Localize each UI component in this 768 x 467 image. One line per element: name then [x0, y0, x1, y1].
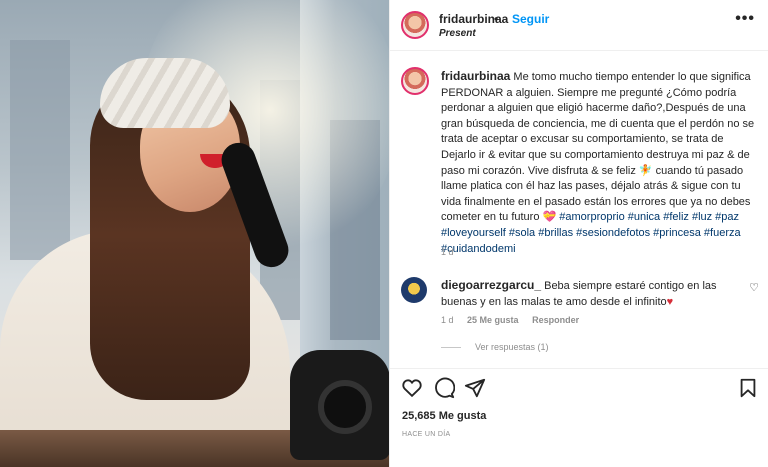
- heart-outline-icon[interactable]: [401, 377, 423, 399]
- location-label[interactable]: Present: [439, 28, 476, 39]
- bookmark-icon[interactable]: [737, 377, 759, 399]
- reply-button[interactable]: Responder: [532, 315, 579, 325]
- more-options-icon[interactable]: •••: [735, 10, 755, 28]
- comment-likes[interactable]: 25 Me gusta: [467, 315, 519, 325]
- caption-timestamp: 1 d: [441, 247, 454, 257]
- caption-text: fridaurbinaa Me tomo mucho tiempo entend…: [441, 69, 759, 257]
- caption-avatar[interactable]: [401, 67, 429, 95]
- comment-meta: 1 d 25 Me gusta Responder: [441, 315, 590, 325]
- caption-body: Me tomo mucho tiempo entender lo que sig…: [441, 71, 755, 224]
- commenter-username[interactable]: diegoarrezgarcu_: [441, 278, 541, 292]
- separator-dot: •: [494, 12, 499, 26]
- caption-username[interactable]: fridaurbinaa: [441, 69, 510, 83]
- rotary-dial: [318, 380, 372, 434]
- background-building: [10, 40, 70, 260]
- post-sidebar: fridaurbinaa • Seguir Present ••• fridau…: [389, 0, 768, 467]
- actions-bar: 25,685 Me gusta HACE UN DÍA: [390, 368, 768, 467]
- posted-time[interactable]: HACE UN DÍA: [402, 431, 450, 438]
- author-avatar[interactable]: [401, 11, 429, 39]
- commenter-avatar[interactable]: [401, 277, 427, 303]
- post-photo[interactable]: [0, 0, 389, 467]
- comment-text: diegoarrezgarcu_ Beba siempre estaré con…: [441, 278, 735, 310]
- likes-count[interactable]: 25,685 Me gusta: [402, 410, 486, 422]
- replies-divider: [441, 346, 461, 348]
- share-icon[interactable]: [464, 377, 486, 399]
- follow-button[interactable]: Seguir: [512, 12, 549, 26]
- comment-time: 1 d: [441, 315, 454, 325]
- headband: [100, 58, 230, 128]
- view-replies-label[interactable]: Ver respuestas (1): [475, 342, 549, 352]
- comment-like-icon[interactable]: ♡: [749, 281, 759, 294]
- post-header: fridaurbinaa • Seguir Present •••: [390, 0, 768, 51]
- view-replies[interactable]: Ver respuestas (1): [441, 342, 549, 352]
- heart-emoji: ♥: [666, 295, 674, 308]
- comment-icon[interactable]: [433, 377, 455, 399]
